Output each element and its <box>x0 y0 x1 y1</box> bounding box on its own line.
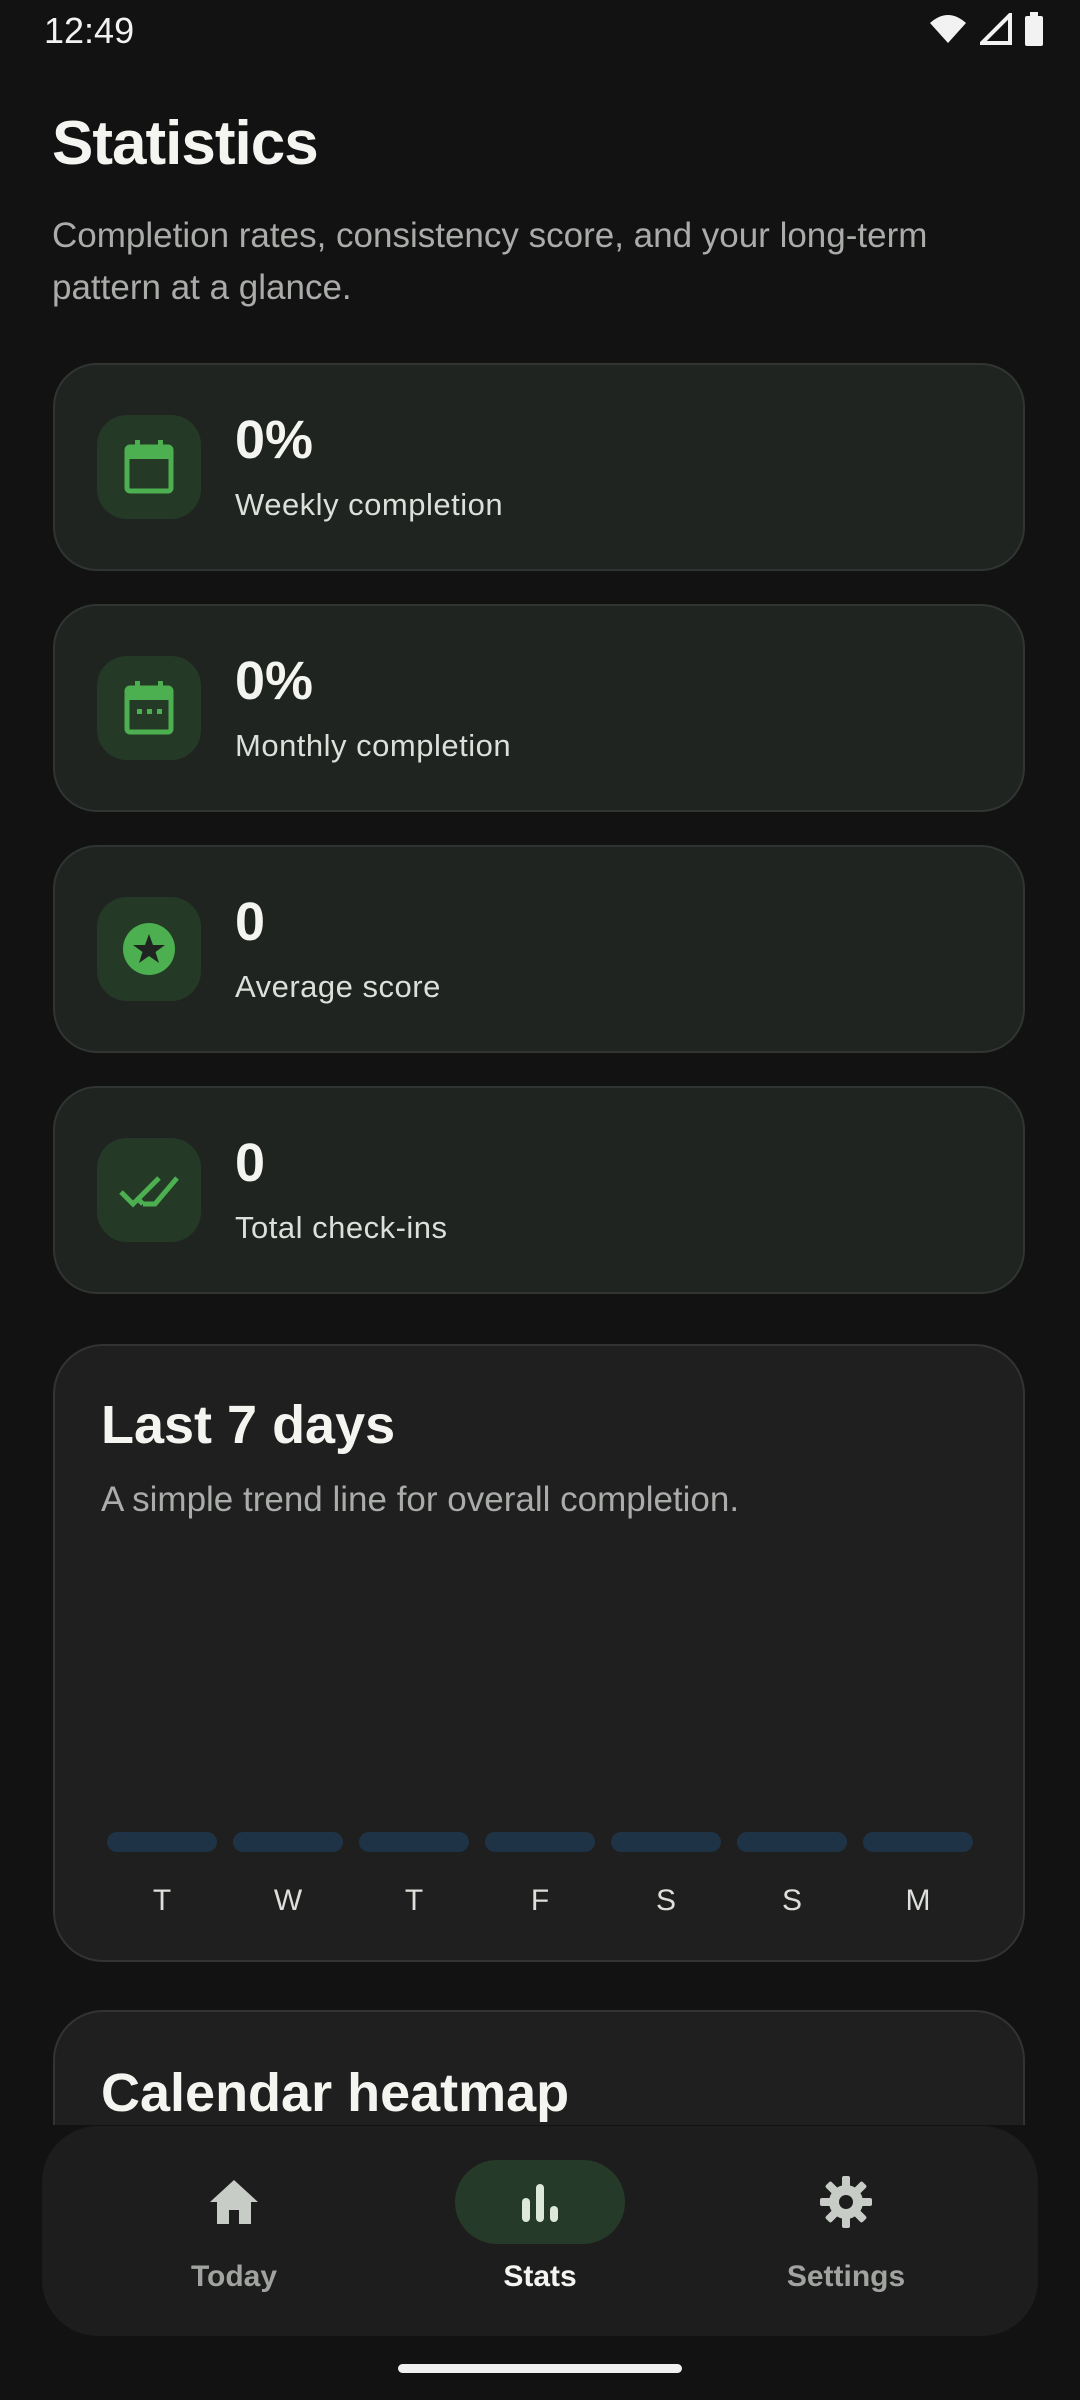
chart-tick-label: T <box>152 1884 172 1917</box>
status-bar: 12:49 <box>0 0 1080 62</box>
chart-bar <box>359 1832 469 1852</box>
page-subtitle: Completion rates, consistency score, and… <box>52 216 928 307</box>
chart-bar <box>611 1832 721 1852</box>
double-check-icon <box>119 1176 179 1208</box>
nav-label: Today <box>190 2260 278 2293</box>
chart-bar <box>863 1832 973 1852</box>
nav-label: Stats <box>503 2260 577 2293</box>
page-title: Statistics <box>52 109 319 178</box>
trend-title: Last 7 days <box>101 1395 396 1455</box>
chart-tick-label: F <box>530 1884 550 1917</box>
home-icon <box>210 2180 258 2224</box>
stat-icon-box <box>97 415 201 519</box>
chart-tick-label: S <box>655 1884 676 1917</box>
stat-value: 0 <box>235 892 266 952</box>
trend-chart: TWTFSSM <box>107 1832 975 1932</box>
stat-label: Weekly completion <box>235 487 504 522</box>
nav-item-settings[interactable]: Settings <box>716 2160 976 2310</box>
trend-card: Last 7 days A simple trend line for over… <box>53 1344 1025 1962</box>
status-time: 12:49 <box>44 10 135 51</box>
stat-card-average-score: 0 Average score <box>53 845 1025 1053</box>
chart-bar <box>485 1832 595 1852</box>
status-icons <box>928 12 1044 46</box>
bar-chart-icon <box>522 2184 558 2222</box>
nav-item-stats[interactable]: Stats <box>410 2160 670 2310</box>
stat-icon-box <box>97 897 201 1001</box>
battery-icon <box>1025 12 1043 46</box>
stat-value: 0% <box>235 651 314 711</box>
stat-value: 0% <box>235 410 314 470</box>
chart-tick-label: M <box>905 1884 931 1917</box>
heatmap-title: Calendar heatmap <box>101 2063 570 2123</box>
gear-icon <box>820 2176 872 2228</box>
stat-icon-box <box>97 656 201 760</box>
calendar-icon <box>124 440 174 494</box>
signal-icon <box>980 13 1012 45</box>
home-indicator[interactable] <box>398 2364 682 2373</box>
chart-tick-label: S <box>781 1884 802 1917</box>
chart-tick-label: W <box>273 1884 303 1917</box>
nav-label: Settings <box>786 2260 906 2293</box>
trend-subtitle: A simple trend line for overall completi… <box>101 1480 740 1519</box>
stat-card-weekly: 0% Weekly completion <box>53 363 1025 571</box>
chart-bar <box>737 1832 847 1852</box>
stat-card-total-checkins: 0 Total check-ins <box>53 1086 1025 1294</box>
stat-icon-box <box>97 1138 201 1242</box>
star-badge-icon <box>123 923 175 975</box>
stat-label: Average score <box>235 969 441 1004</box>
chart-tick-label: T <box>404 1884 424 1917</box>
calendar-month-icon <box>124 681 174 735</box>
stat-value: 0 <box>235 1133 266 1193</box>
stat-card-monthly: 0% Monthly completion <box>53 604 1025 812</box>
chart-bar <box>233 1832 343 1852</box>
stat-label: Total check-ins <box>235 1210 448 1245</box>
stats-screen[interactable]: 12:49 Statistics Completion rates, consi… <box>0 0 1080 2125</box>
chart-bar <box>107 1832 217 1852</box>
heatmap-card: Calendar heatmap <box>53 2010 1025 2125</box>
nav-item-today[interactable]: Today <box>104 2160 364 2310</box>
bottom-navigation: Today Stats Settings <box>42 2126 1038 2336</box>
stat-label: Monthly completion <box>235 728 512 763</box>
wifi-icon <box>930 15 966 43</box>
